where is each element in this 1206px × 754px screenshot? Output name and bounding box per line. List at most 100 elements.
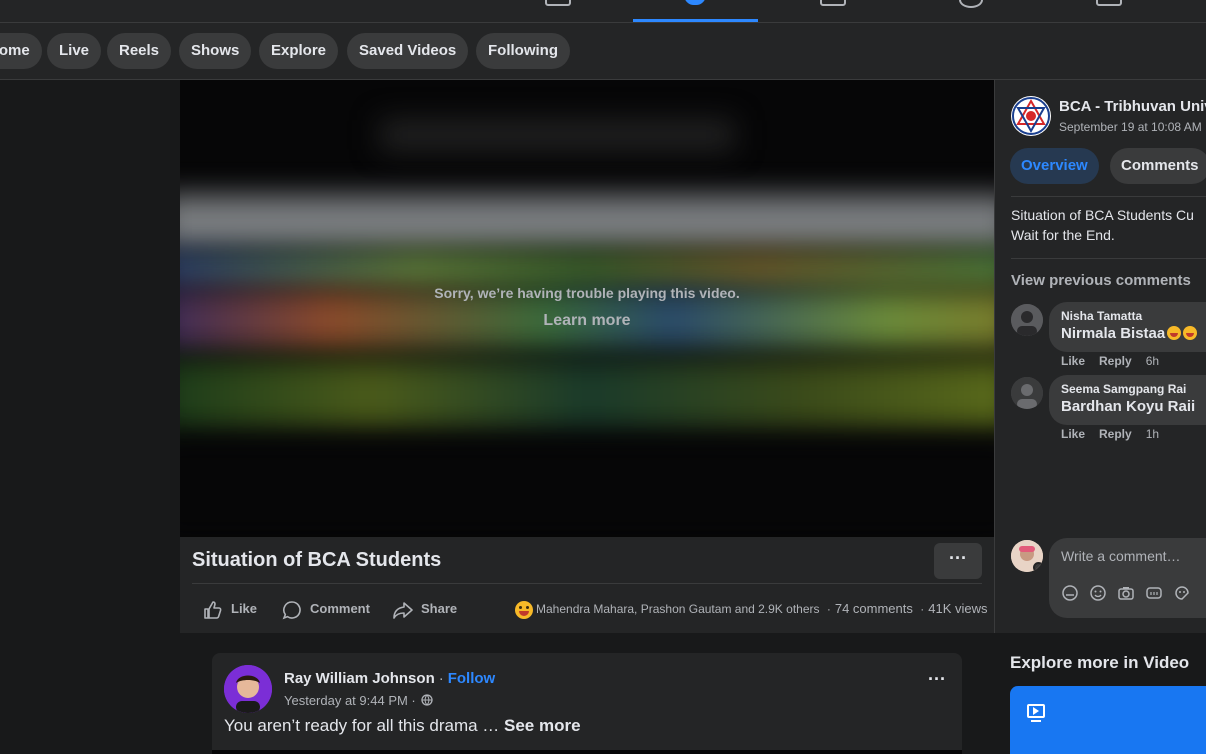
video-category-bar: Home Live Reels Shows Explore Saved Vide… <box>0 23 1206 80</box>
comment-author[interactable]: Nisha Tamatta <box>1061 309 1197 323</box>
comment-input[interactable]: Write a comment… <box>1061 548 1181 564</box>
video-info-panel: Situation of BCA Students ··· Like Comme… <box>180 537 994 633</box>
description-line: Situation of BCA Students Cu <box>1011 207 1194 223</box>
comment-label: Comment <box>310 601 370 616</box>
comment-bubble: Seema Samgpang Rai Bardhan Koyu Raii <box>1049 375 1206 425</box>
like-button[interactable]: Like <box>203 599 257 619</box>
views-count: 41K views <box>928 601 988 616</box>
globe-icon <box>421 694 434 706</box>
page-logo-icon <box>1012 97 1050 135</box>
video-stats: Mahendra Mahara, Prashon Gautam and 2.9K… <box>515 599 987 619</box>
divider <box>1011 258 1206 259</box>
groups-icon[interactable] <box>959 0 983 8</box>
post-description: Situation of BCA Students Cu Wait for th… <box>1011 205 1206 245</box>
haha-reaction-icon <box>515 600 533 619</box>
post-more-button[interactable]: ··· <box>928 669 946 690</box>
pill-shows[interactable]: Shows <box>179 33 252 69</box>
reactors-text[interactable]: Mahendra Mahara, Prashon Gautam and 2.9K… <box>536 602 820 616</box>
share-icon <box>393 601 413 619</box>
video-error-message: Sorry, we’re having trouble playing this… <box>434 285 740 301</box>
view-previous-comments-link[interactable]: View previous comments <box>1011 272 1191 289</box>
current-user-avatar[interactable] <box>1011 540 1043 572</box>
comment-composer[interactable]: Write a comment… <box>1049 538 1206 618</box>
marketplace-icon[interactable] <box>820 0 846 6</box>
tab-comments[interactable]: Comments <box>1110 148 1206 184</box>
pill-reels[interactable]: Reels <box>107 33 172 69</box>
post-author-name[interactable]: Ray William Johnson <box>284 670 435 687</box>
post-media-edge <box>212 750 962 754</box>
sticker-icon[interactable] <box>1173 584 1191 602</box>
description-line: Wait for the End. <box>1011 227 1115 243</box>
gaming-icon[interactable] <box>1096 0 1122 6</box>
comment-icon <box>282 600 301 619</box>
comment-reply-button[interactable]: Reply <box>1099 427 1132 441</box>
explore-card[interactable] <box>1010 686 1206 754</box>
comment-text: Bardhan Koyu Raii <box>1061 398 1196 415</box>
comment-actions: Like Reply 1h <box>1061 427 1159 441</box>
page-name[interactable]: BCA - Tribhuvan University <box>1059 98 1206 115</box>
learn-more-link[interactable]: Learn more <box>180 312 994 330</box>
video-icon[interactable] <box>684 0 706 5</box>
comment-time[interactable]: 6h <box>1146 354 1159 368</box>
post-text-body: You aren’t ready for all this drama … <box>224 716 505 735</box>
laughing-emoji-icon <box>1167 326 1182 340</box>
divider <box>192 583 982 584</box>
dot-separator: · <box>826 602 831 616</box>
pill-explore[interactable]: Explore <box>259 33 339 69</box>
comments-sidebar: BCA - Tribhuvan University September 19 … <box>994 80 1206 633</box>
comment-text-body: Nirmala Bistaa <box>1061 325 1166 342</box>
like-label: Like <box>231 601 258 616</box>
thumbs-up-icon <box>204 600 222 619</box>
user-avatar-icon <box>1011 304 1043 336</box>
video-more-button[interactable]: ··· <box>934 543 982 579</box>
comment-text: Nirmala Bistaa <box>1061 325 1198 342</box>
user-avatar-icon <box>224 665 272 713</box>
explore-heading: Explore more in Video <box>1010 653 1190 672</box>
follow-button[interactable]: Follow <box>448 670 496 687</box>
pill-live[interactable]: Live <box>47 33 102 69</box>
avatar-sticker-icon[interactable] <box>1061 584 1079 602</box>
blurred-frame <box>380 120 734 150</box>
top-navigation <box>0 0 1206 23</box>
video-player[interactable]: Sorry, we’re having trouble playing this… <box>180 80 994 537</box>
comment-like-button[interactable]: Like <box>1061 354 1085 368</box>
comment-actions: Like Reply 6h <box>1061 354 1159 368</box>
dot-separator: · <box>438 670 444 687</box>
gif-icon[interactable] <box>1145 584 1163 602</box>
see-more-link[interactable]: See more <box>504 716 581 735</box>
blurred-frame <box>180 250 994 290</box>
share-button[interactable]: Share <box>393 599 457 619</box>
comment-reply-button[interactable]: Reply <box>1099 354 1132 368</box>
post-author-avatar[interactable] <box>224 665 272 713</box>
pill-following[interactable]: Following <box>476 33 570 69</box>
share-label: Share <box>421 601 458 616</box>
tab-overview[interactable]: Overview <box>1010 148 1099 184</box>
post-text: You aren’t ready for all this drama … Se… <box>224 716 581 736</box>
active-tab-indicator <box>633 19 758 22</box>
comment-like-button[interactable]: Like <box>1061 427 1085 441</box>
pill-saved-videos[interactable]: Saved Videos <box>347 33 469 69</box>
avatar[interactable] <box>1011 377 1043 409</box>
comment-button[interactable]: Comment <box>282 599 370 619</box>
feed-post: Ray William Johnson · Follow Yesterday at … <box>212 653 962 754</box>
user-avatar-icon <box>1011 377 1043 409</box>
post-date-text[interactable]: Yesterday at 9:44 PM · <box>284 693 416 708</box>
comment-time[interactable]: 1h <box>1146 427 1159 441</box>
pill-home[interactable]: Home <box>0 33 42 69</box>
comment-author[interactable]: Seema Samgpang Rai <box>1061 382 1197 396</box>
camera-icon[interactable] <box>1117 584 1135 602</box>
blurred-frame <box>180 440 994 537</box>
left-blank-area <box>0 80 180 633</box>
avatar[interactable] <box>1011 304 1043 336</box>
emoji-icon[interactable] <box>1089 584 1107 602</box>
page-avatar[interactable] <box>1011 96 1051 136</box>
comments-count[interactable]: 74 comments <box>835 601 913 616</box>
laughing-emoji-icon <box>1183 326 1198 340</box>
chevron-down-icon[interactable] <box>1033 562 1043 572</box>
blurred-frame <box>180 360 994 430</box>
post-date: Yesterday at 9:44 PM · <box>284 693 434 708</box>
dot-separator: · <box>920 602 925 616</box>
post-date[interactable]: September 19 at 10:08 AM <box>1059 120 1202 134</box>
divider <box>1011 196 1206 197</box>
home-icon[interactable] <box>545 0 571 6</box>
